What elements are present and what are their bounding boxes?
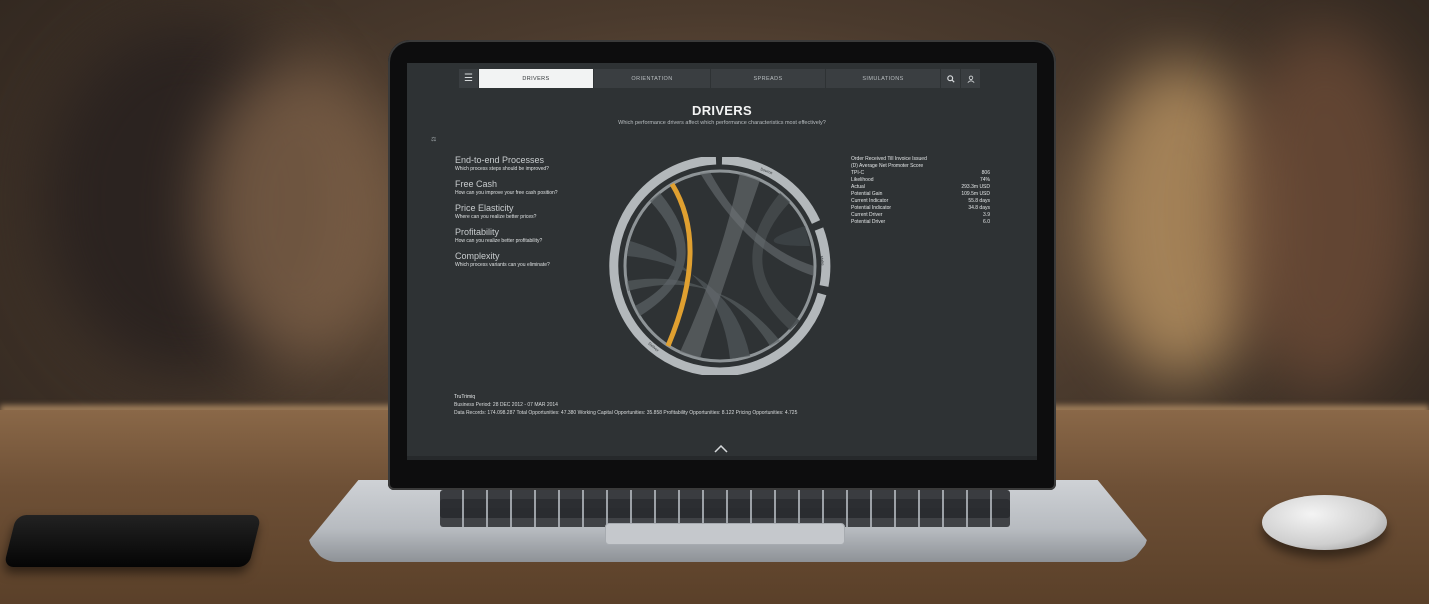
details-row: TPI-C 806 [851,170,990,177]
search-icon[interactable] [941,69,960,88]
question-title: Profitability [455,227,500,237]
question-subtitle: Where can you realize better prices? [455,214,537,220]
laptop-trackpad [605,523,845,545]
tab-spreads[interactable]: SPREADS [711,69,825,88]
laptop-screen: ☰ DRIVERS ORIENTATION SPREADS SIMULATION… [407,63,1037,460]
question-item[interactable]: End-to-end Processes Which process steps… [455,155,615,173]
row-value: 55.8 days [968,198,990,204]
tab-drivers[interactable]: DRIVERS [479,69,593,88]
menu-icon[interactable]: ☰ [459,69,478,88]
details-row: Potential Driver 6.0 [851,219,990,226]
background-blur [1230,30,1420,390]
row-label: TPI-C [851,170,865,176]
row-label: Potential Gain [851,191,883,197]
row-value: 6.0 [983,219,990,225]
details-row: Current Driver 3.9 [851,212,990,219]
laptop-keyboard [440,508,1010,518]
question-item[interactable]: Free Cash How can you improve your free … [455,179,615,197]
row-label: Likelihood [851,177,874,183]
details-heading: Order Received Till Invoice Issued [851,156,927,162]
question-title: Free Cash [455,179,498,189]
question-list: End-to-end Processes Which process steps… [455,155,615,275]
user-icon[interactable] [961,69,980,88]
computer-mouse [1262,495,1387,550]
background-blur [200,60,400,360]
question-subtitle: How can you improve your free cash posit… [455,190,558,196]
question-subtitle: Which process variants can you eliminate… [455,262,550,268]
row-value: 74% [979,177,990,183]
question-title: Complexity [455,251,500,261]
top-nav: ☰ DRIVERS ORIENTATION SPREADS SIMULATION… [459,69,992,88]
screen-bottom-strip [407,456,1037,460]
page-title: DRIVERS [692,103,752,118]
details-row: Current Indicator 55.8 days [851,198,990,205]
question-title: Price Elasticity [455,203,514,213]
question-item[interactable]: Price Elasticity Where can you realize b… [455,203,615,221]
row-label: Potential Driver [851,219,886,225]
row-label: Potential Indicator [851,205,892,211]
row-value: 806 [981,170,990,176]
chord-label-make: Make [819,255,826,266]
row-label: Current Driver [851,212,883,218]
details-row: Potential Gain 109.5m USD [851,191,990,198]
row-value: 34.8 days [968,205,990,211]
details-row: Actual 293.3m USD [851,184,990,191]
tab-orientation[interactable]: ORIENTATION [594,69,710,88]
row-value: 3.9 [983,212,990,218]
scale-icon[interactable]: ⚖ [431,136,436,143]
row-label: Actual [851,184,865,190]
chord-diagram[interactable]: Source Make Deliver [600,157,840,375]
question-item[interactable]: Profitability How can you realize better… [455,227,615,245]
question-subtitle: Which process steps should be improved? [455,166,549,172]
details-row: Likelihood 74% [851,177,990,184]
row-value: 293.3m USD [961,184,990,190]
question-title: End-to-end Processes [455,155,545,165]
chevron-up-icon[interactable] [714,442,728,456]
brand-name: TruTrimiq [454,394,476,400]
question-subtitle: How can you realize better profitability… [455,238,543,244]
footer-info: TruTrimiq Business Period: 28 DEC 2012 -… [454,393,1014,417]
chord-link [773,226,810,246]
details-subheading: (D) Average Net Promoter Score [851,163,924,169]
row-value: 109.5m USD [961,191,990,197]
question-item[interactable]: Complexity Which process variants can yo… [455,251,615,269]
smartphone [3,515,262,567]
row-label: Current Indicator [851,198,889,204]
business-period: Business Period: 28 DEC 2012 - 07 MAR 20… [454,402,558,408]
tab-simulations[interactable]: SIMULATIONS [826,69,940,88]
details-row: Potential Indicator 34.8 days [851,205,990,212]
details-panel: Order Received Till Invoice Issued (D) A… [851,156,990,226]
opportunity-stats: Data Records: 174.098.287 Total Opportun… [454,410,798,416]
page-subtitle: Which performance drivers affect which p… [618,120,826,126]
